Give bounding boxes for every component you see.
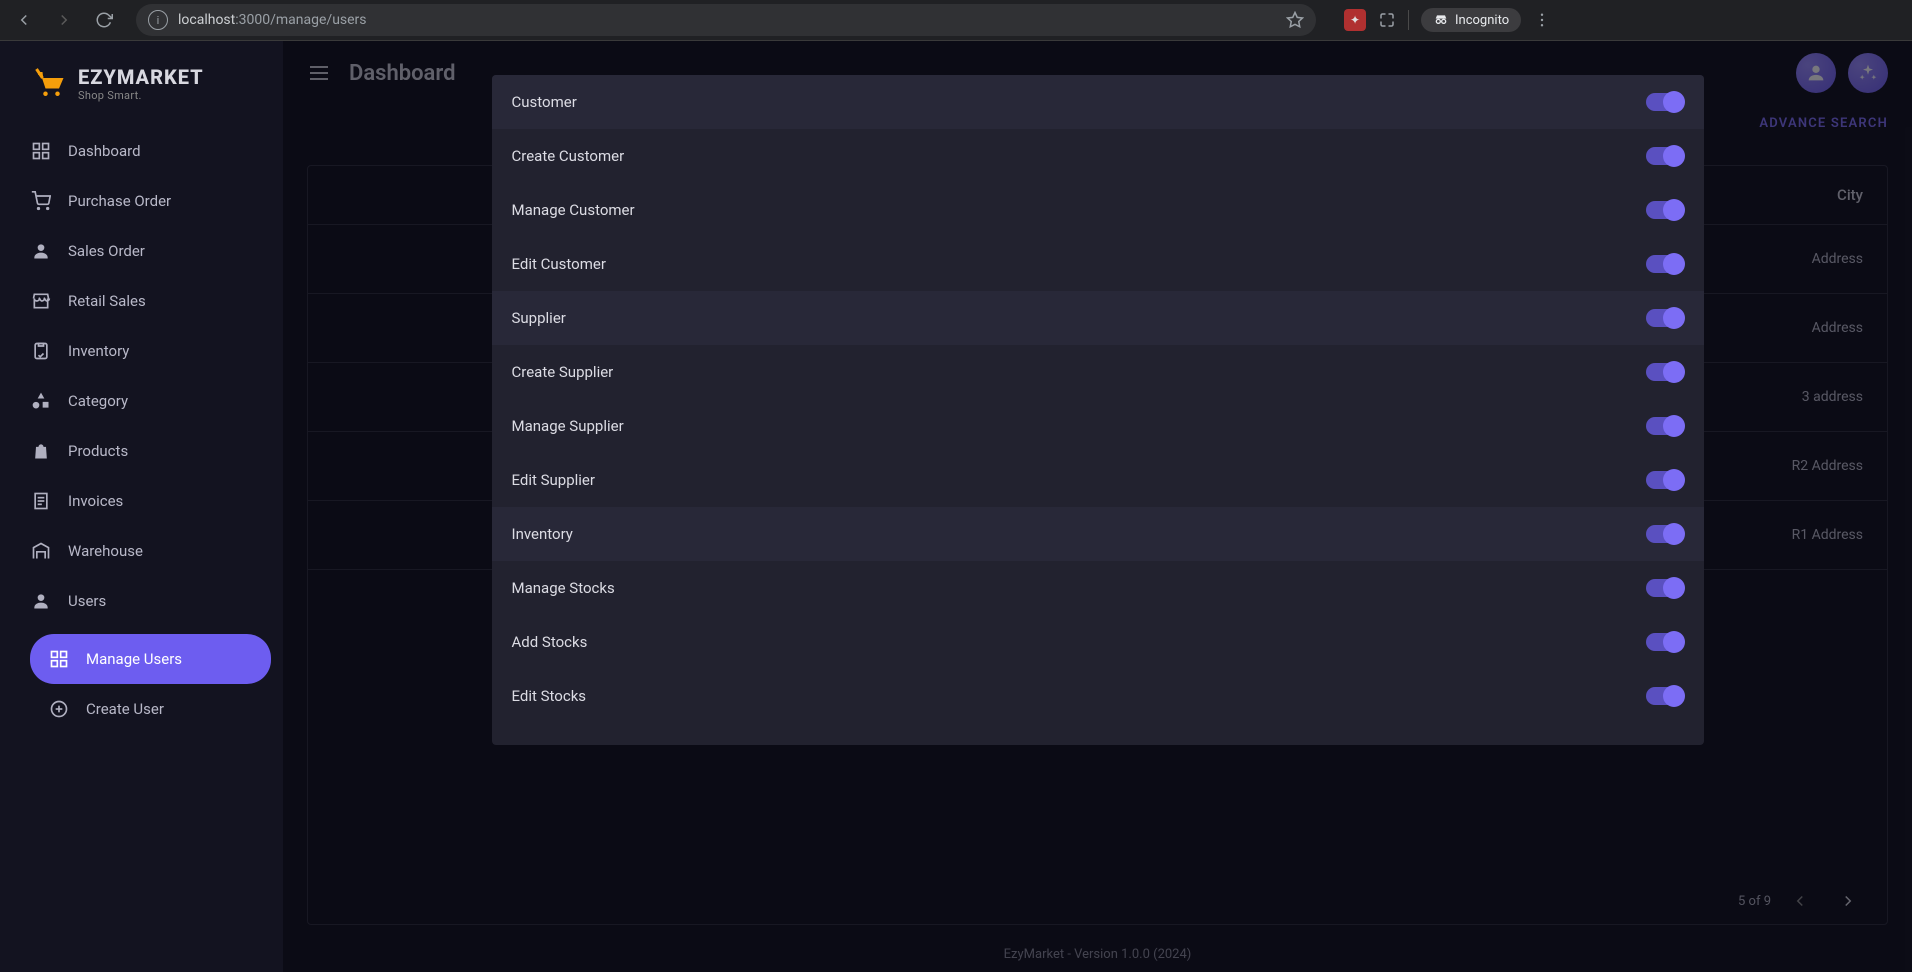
account-icon xyxy=(30,240,52,262)
sidebar-item-invoices[interactable]: Invoices xyxy=(12,476,271,526)
sidebar-item-label: Sales Order xyxy=(68,242,145,260)
sidebar-item-label: Products xyxy=(68,442,128,460)
dashboard-icon xyxy=(48,648,70,670)
sidebar-item-warehouse[interactable]: Warehouse xyxy=(12,526,271,576)
dashboard-icon xyxy=(30,140,52,162)
clipboard-icon xyxy=(30,340,52,362)
toggle-edit-stocks[interactable] xyxy=(1646,687,1684,705)
extensions-puzzle-icon[interactable] xyxy=(1378,11,1396,29)
modal-overlay[interactable]: Customer Create Customer Manage Customer Ed… xyxy=(283,41,1912,972)
forward-button[interactable] xyxy=(48,4,80,36)
bookmark-star-icon[interactable] xyxy=(1286,11,1304,29)
sidebar-item-products[interactable]: Products xyxy=(12,426,271,476)
cart-logo-icon xyxy=(32,66,68,102)
perm-item-manage-supplier: Manage Supplier xyxy=(492,399,1704,453)
sidebar-item-label: Create User xyxy=(86,700,164,718)
reload-button[interactable] xyxy=(88,4,120,36)
perm-item-manage-customer: Manage Customer xyxy=(492,183,1704,237)
toggle-create-customer[interactable] xyxy=(1646,147,1684,165)
sidebar-item-label: Invoices xyxy=(68,492,123,510)
perm-label: Inventory xyxy=(512,525,573,543)
sidebar: EZYMARKET Shop Smart. Dashboard Purchase … xyxy=(0,41,283,972)
toggle-edit-customer[interactable] xyxy=(1646,255,1684,273)
shapes-icon xyxy=(30,390,52,412)
perm-item-manage-stocks: Manage Stocks xyxy=(492,561,1704,615)
main-area: Dashboard ADVANCE SEARCH City AddressAdd… xyxy=(283,41,1912,972)
toggle-inventory[interactable] xyxy=(1646,525,1684,543)
brand-tagline: Shop Smart. xyxy=(78,89,204,102)
sidebar-item-retail-sales[interactable]: Retail Sales xyxy=(12,276,271,326)
perm-group-customer: Customer xyxy=(492,75,1704,129)
perm-label: Create Customer xyxy=(512,147,625,165)
warehouse-icon xyxy=(30,540,52,562)
perm-label: Manage Customer xyxy=(512,201,635,219)
sidebar-item-category[interactable]: Category xyxy=(12,376,271,426)
perm-group-supplier: Supplier xyxy=(492,291,1704,345)
brand-name: EZYMARKET xyxy=(78,65,204,89)
perm-label: Edit Supplier xyxy=(512,471,595,489)
perm-item-edit-customer: Edit Customer xyxy=(492,237,1704,291)
perm-item-add-stocks: Add Stocks xyxy=(492,615,1704,669)
toggle-manage-stocks[interactable] xyxy=(1646,579,1684,597)
sidebar-item-users[interactable]: Users xyxy=(12,576,271,626)
perm-item-create-supplier: Create Supplier xyxy=(492,345,1704,399)
sidebar-item-dashboard[interactable]: Dashboard xyxy=(12,126,271,176)
sidebar-item-create-user[interactable]: Create User xyxy=(30,684,271,734)
sidebar-item-label: Category xyxy=(68,392,128,410)
sidebar-item-label: Purchase Order xyxy=(68,192,171,210)
toggle-customer[interactable] xyxy=(1646,93,1684,111)
perm-item-edit-supplier: Edit Supplier xyxy=(492,453,1704,507)
perm-label: Create Supplier xyxy=(512,363,614,381)
perm-label: Supplier xyxy=(512,309,566,327)
sidebar-item-label: Users xyxy=(68,592,106,610)
address-bar[interactable]: i localhost:3000/manage/users xyxy=(136,4,1316,36)
sidebar-item-label: Warehouse xyxy=(68,542,143,560)
toggle-add-stocks[interactable] xyxy=(1646,633,1684,651)
sidebar-item-label: Manage Users xyxy=(86,650,182,668)
perm-label: Edit Stocks xyxy=(512,687,587,705)
receipt-icon xyxy=(30,490,52,512)
account-icon xyxy=(30,590,52,612)
perm-label: Edit Customer xyxy=(512,255,606,273)
site-info-icon[interactable]: i xyxy=(148,10,168,30)
sidebar-item-purchase-order[interactable]: Purchase Order xyxy=(12,176,271,226)
sidebar-item-sales-order[interactable]: Sales Order xyxy=(12,226,271,276)
toggle-manage-customer[interactable] xyxy=(1646,201,1684,219)
sidebar-item-inventory[interactable]: Inventory xyxy=(12,326,271,376)
perm-item-edit-stocks: Edit Stocks xyxy=(492,669,1704,723)
perm-group-inventory: Inventory xyxy=(492,507,1704,561)
sidebar-item-label: Dashboard xyxy=(68,142,141,160)
back-button[interactable] xyxy=(8,4,40,36)
perm-label: Customer xyxy=(512,93,577,111)
toggle-create-supplier[interactable] xyxy=(1646,363,1684,381)
extension-icon[interactable]: ✦ xyxy=(1344,9,1366,31)
toggle-edit-supplier[interactable] xyxy=(1646,471,1684,489)
plus-circle-icon xyxy=(48,698,70,720)
perm-item-create-customer: Create Customer xyxy=(492,129,1704,183)
perm-label: Add Stocks xyxy=(512,633,588,651)
browser-menu-icon[interactable] xyxy=(1533,11,1551,29)
store-icon xyxy=(30,290,52,312)
bag-icon xyxy=(30,440,52,462)
brand-logo[interactable]: EZYMARKET Shop Smart. xyxy=(0,57,283,122)
toggle-supplier[interactable] xyxy=(1646,309,1684,327)
sidebar-item-label: Inventory xyxy=(68,342,129,360)
permissions-modal: Customer Create Customer Manage Customer Ed… xyxy=(492,75,1704,745)
browser-toolbar: i localhost:3000/manage/users ✦ Incognit… xyxy=(0,0,1912,41)
perm-label: Manage Stocks xyxy=(512,579,615,597)
incognito-badge[interactable]: Incognito xyxy=(1421,8,1521,32)
perm-label: Manage Supplier xyxy=(512,417,624,435)
cart-icon xyxy=(30,190,52,212)
toggle-manage-supplier[interactable] xyxy=(1646,417,1684,435)
sidebar-item-label: Retail Sales xyxy=(68,292,146,310)
url-text: localhost:3000/manage/users xyxy=(178,12,367,28)
sidebar-item-manage-users[interactable]: Manage Users xyxy=(30,634,271,684)
